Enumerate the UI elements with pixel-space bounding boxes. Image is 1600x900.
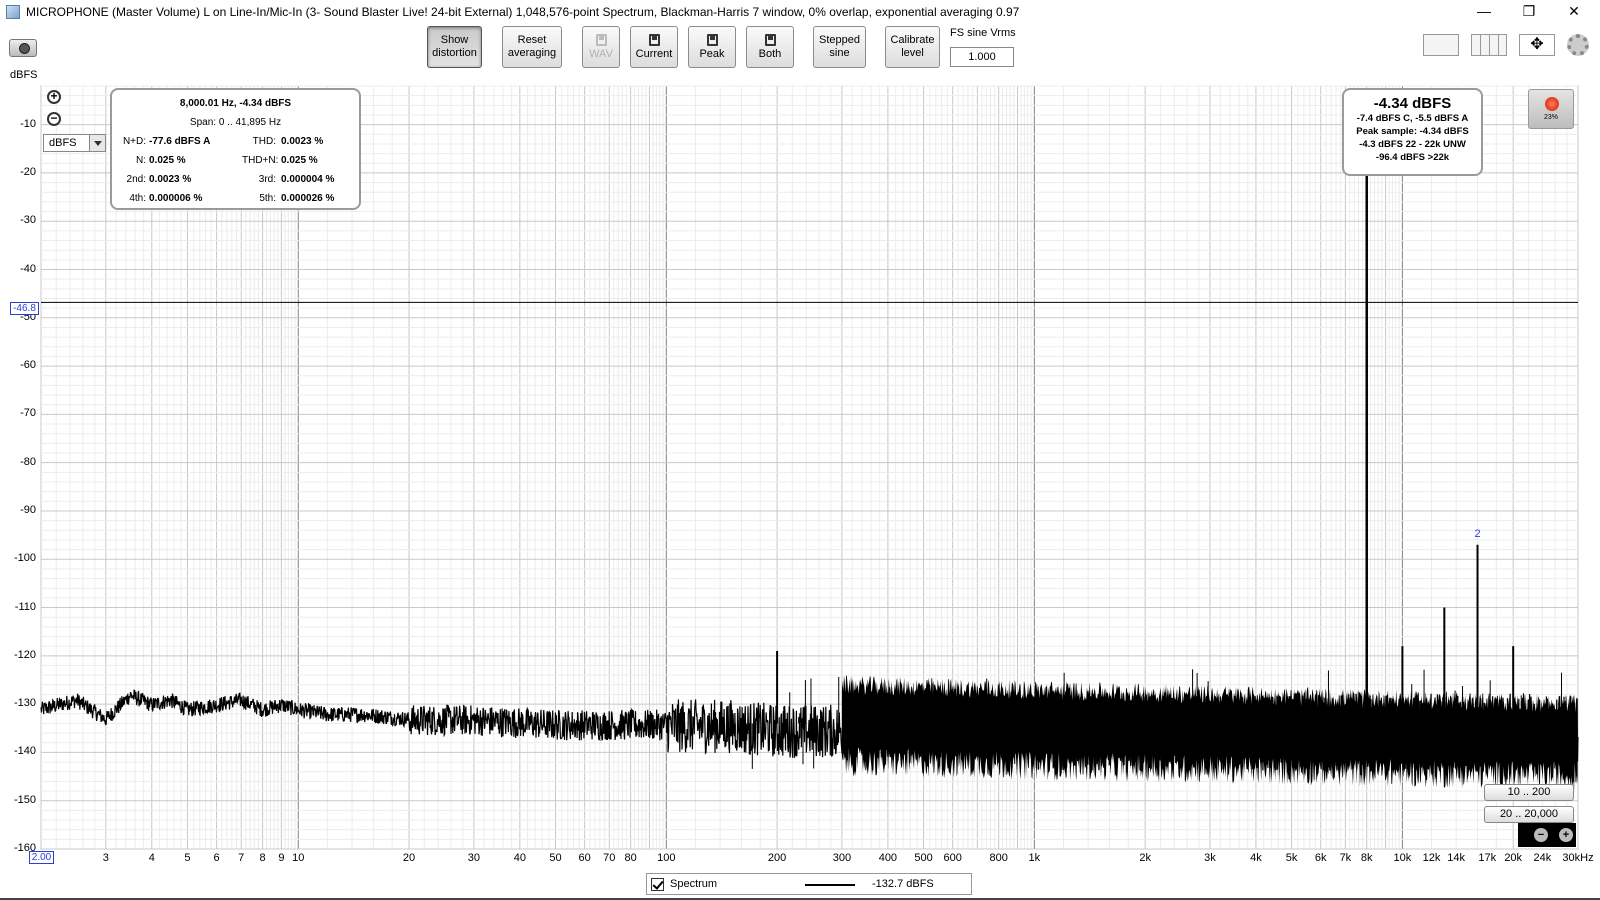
x-tick-label: 400 [878, 852, 898, 864]
y-tick-label: -110 [14, 600, 36, 613]
x-tick-label: 24k [1533, 852, 1552, 864]
x-tick-label: 30kHz [1562, 852, 1594, 864]
x-tick-label: 8k [1360, 852, 1373, 864]
x-tick-label: 40 [513, 852, 526, 864]
x-tick-label: 5k [1285, 852, 1298, 864]
legend-series-name: Spectrum [670, 878, 718, 890]
legend: Spectrum -132.7 dBFS [646, 873, 972, 895]
peak-sample: Peak sample: -4.34 dBFS [1356, 126, 1469, 137]
metric-label: N: [136, 155, 146, 166]
x-tick-label: 6k [1314, 852, 1327, 864]
y-tick-label: -30 [20, 214, 36, 227]
x-tick-label: 100 [657, 852, 676, 864]
y-tick-label: -130 [13, 697, 36, 710]
range-10-200-button[interactable]: 10 .. 200 [1484, 784, 1574, 801]
x-tick-label: 1k [1028, 852, 1041, 864]
x-tick-label: 10k [1393, 852, 1412, 864]
metric-label: 3rd: [258, 174, 276, 185]
metric-label: 4th: [129, 193, 146, 204]
legend-series-value: -132.7 dBFS [872, 878, 934, 890]
x-tick-label: 6 [213, 852, 220, 864]
x-tick-label: 8 [259, 852, 266, 864]
x-tick-label: 30 [467, 852, 480, 864]
metric-value: 0.0023 % [281, 136, 324, 147]
metric-value: 0.025 % [149, 155, 186, 166]
record-icon [1545, 97, 1559, 111]
x-tick-label: 10 [292, 852, 305, 864]
y-tick-label: -70 [20, 407, 36, 420]
legend-swatch [805, 884, 855, 886]
x-tick-label: 2k [1139, 852, 1151, 864]
x-tick-label: 12k [1422, 852, 1441, 864]
metric-value: 0.000026 % [281, 193, 335, 204]
chevron-down-icon[interactable] [89, 135, 105, 151]
y-tick-label: -20 [20, 165, 36, 178]
cursor-level-label[interactable]: -46.8 [10, 302, 39, 315]
peak-level: -4.34 dBFS [1373, 95, 1452, 112]
peak-unweighted: -4.3 dBFS 22 - 22k UNW [1359, 139, 1466, 150]
record-button[interactable]: 23% [1528, 89, 1574, 129]
y-tick-label: -140 [13, 745, 36, 758]
peak-panel: -4.34 dBFS -7.4 dBFS C, -5.5 dBFS A Peak… [1342, 88, 1483, 176]
zoom-in-icon[interactable]: + [1559, 828, 1573, 842]
y-tick-label: -80 [20, 455, 36, 468]
y-tick-label: -100 [13, 552, 36, 565]
x-tick-label: 70 [603, 852, 616, 864]
metric-value: 0.000006 % [149, 193, 203, 204]
span-readout: Span: 0 .. 41,895 Hz [189, 117, 282, 128]
x-start-field[interactable]: 2.00 [29, 851, 54, 864]
x-tick-label: 300 [832, 852, 852, 864]
y-tick-label: -90 [20, 503, 36, 516]
x-tick-label: 200 [767, 852, 787, 864]
peak-weighted: -7.4 dBFS C, -5.5 dBFS A [1356, 113, 1469, 124]
metric-value: 0.0023 % [149, 174, 192, 185]
x-tick-label: 14k [1447, 852, 1466, 864]
metric-value: -77.6 dBFS A [149, 136, 211, 147]
metric-label: 2nd: [126, 174, 146, 185]
x-tick-label: 20k [1504, 852, 1523, 864]
x-tick-label: 500 [914, 852, 933, 864]
x-tick-label: 7k [1339, 852, 1352, 864]
record-percent: 23% [1543, 114, 1558, 121]
x-tick-label: 17k [1478, 852, 1497, 864]
x-tick-label: 800 [989, 852, 1008, 864]
x-tick-label: 9 [278, 852, 285, 864]
zoom-out-icon[interactable]: − [47, 112, 61, 126]
x-tick-label: 50 [549, 852, 562, 864]
x-tick-label: 4k [1250, 852, 1262, 864]
y-tick-label: -150 [13, 793, 36, 806]
x-tick-label: 4 [148, 852, 155, 864]
x-tick-label: 3 [102, 852, 109, 864]
y-tick-label: -60 [20, 359, 36, 372]
y-tick-label: -40 [20, 262, 36, 275]
x-tick-label: 600 [943, 852, 962, 864]
x-tick-label: 80 [624, 852, 637, 864]
range-20-20000-button[interactable]: 20 .. 20,000 [1484, 806, 1574, 823]
x-tick-label: 20 [402, 852, 416, 864]
zoom-in-icon[interactable]: + [47, 90, 61, 104]
spectrum-checkbox[interactable] [651, 878, 664, 891]
x-tick-label: 7 [238, 852, 245, 864]
x-tick-label: 5 [184, 852, 191, 864]
fundamental-readout: 8,000.01 Hz, -4.34 dBFS [179, 98, 292, 109]
metric-value: 0.000004 % [281, 174, 335, 185]
y-tick-label: -120 [13, 648, 36, 661]
unit-select[interactable]: dBFS [43, 134, 106, 152]
metric-label: 5th: [259, 193, 276, 204]
x-tick-label: 3k [1204, 852, 1216, 864]
peak-above-22k: -96.4 dBFS >22k [1375, 152, 1450, 163]
metric-label: N+D: [122, 136, 146, 147]
x-tick-label: 60 [578, 852, 591, 864]
distortion-panel: 8,000.01 Hz, -4.34 dBFS Span: 0 .. 41,89… [110, 88, 361, 210]
metric-label: THD: [252, 136, 276, 147]
metric-label: THD+N: [242, 155, 279, 166]
metric-value: 0.025 % [281, 155, 318, 166]
y-tick-label: -10 [20, 117, 36, 130]
zoom-out-icon[interactable]: − [1534, 828, 1548, 842]
harmonic-label: 2 [1474, 528, 1480, 540]
